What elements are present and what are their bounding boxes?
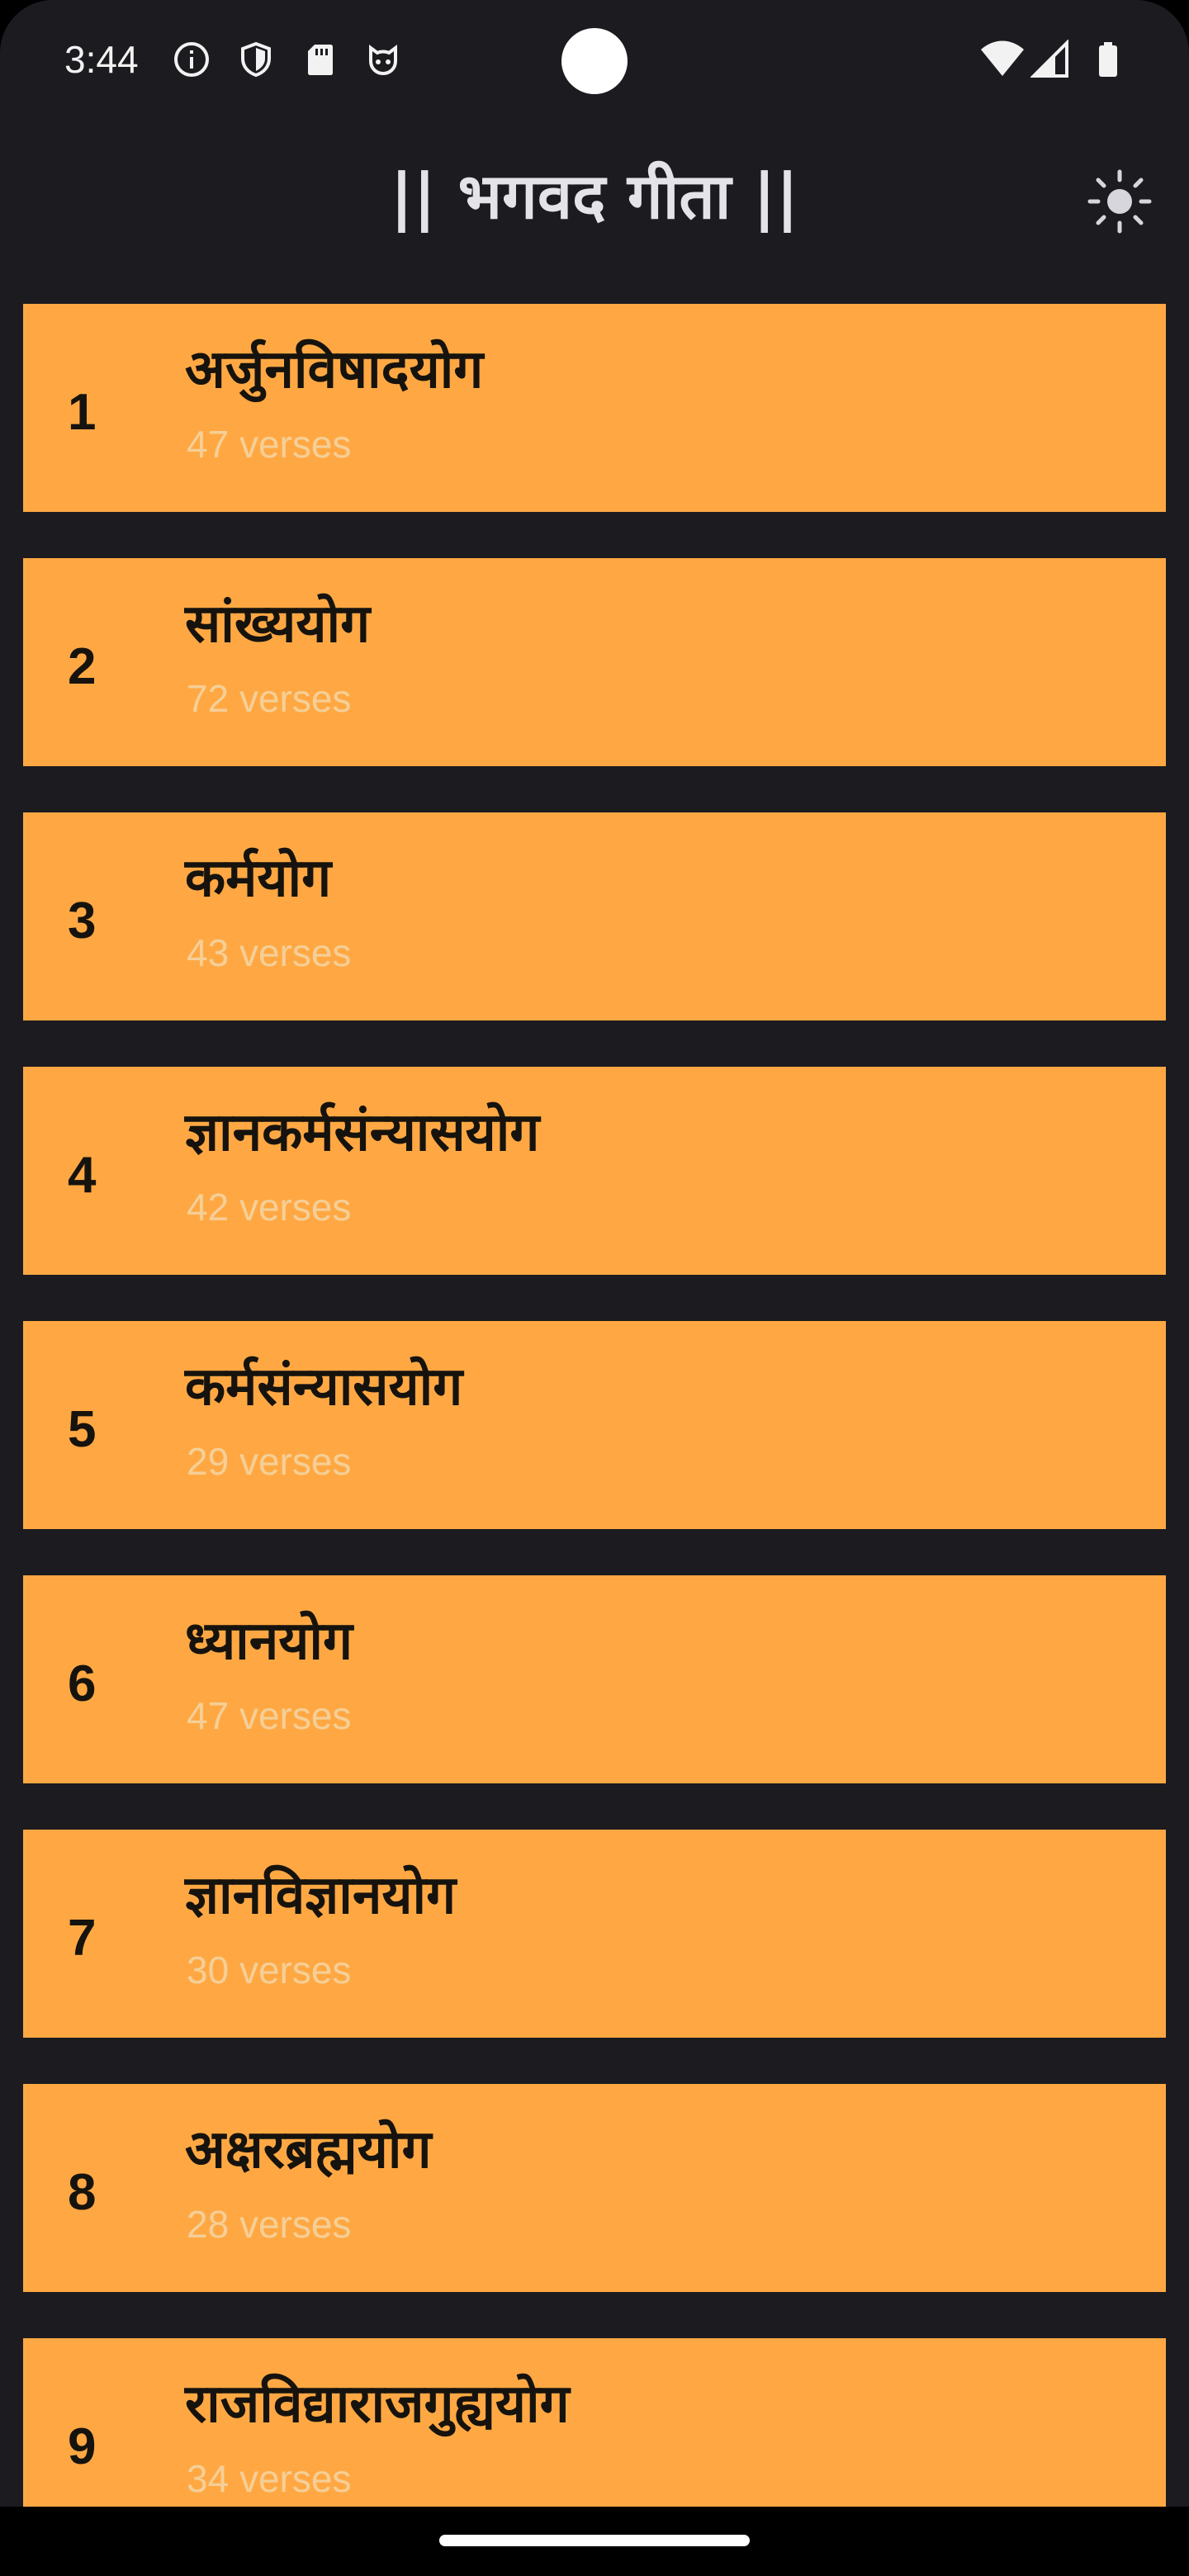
home-gesture-handle[interactable]: [439, 2535, 750, 2546]
chapter-name: राजविद्याराजगुह्ययोग: [185, 2374, 570, 2435]
navigation-bar: [0, 2507, 1189, 2576]
chapter-name: ध्यानयोग: [185, 1611, 353, 1672]
chapter-name: ज्ञानकर्मसंन्यासयोग: [185, 1102, 540, 1163]
chapter-card-5[interactable]: 5 कर्मसंन्यासयोग 29 verses: [23, 1321, 1166, 1529]
chapter-name: अक्षरब्रह्मयोग: [185, 2119, 432, 2181]
chapter-number: 2: [68, 638, 97, 695]
chapter-card-7[interactable]: 7 ज्ञानविज्ञानयोग 30 verses: [23, 1830, 1166, 2038]
chapter-name: सांख्ययोग: [185, 594, 371, 655]
chapter-verse-count: 43 verses: [187, 931, 352, 974]
status-time: 3:44: [64, 38, 139, 81]
chapter-number: 1: [68, 384, 97, 441]
chapter-number: 3: [68, 893, 97, 949]
chapter-card-1[interactable]: 1 अर्जुनविषादयोग 47 verses: [23, 304, 1166, 512]
sd-card-icon: [308, 45, 333, 75]
chapter-verse-count: 72 verses: [187, 677, 352, 720]
chapter-verse-count: 28 verses: [187, 2203, 352, 2246]
chapter-verse-count: 34 verses: [187, 2457, 352, 2500]
chapter-card-3[interactable]: 3 कर्मयोग 43 verses: [23, 812, 1166, 1020]
battery-icon: [1099, 42, 1117, 77]
app-screen: 3:44 || भगवद गीता || 1 अर्जुनविषादयोग 47…: [0, 0, 1189, 2576]
shield-icon: [241, 41, 271, 78]
sun-icon[interactable]: [1082, 163, 1158, 239]
chapter-card-2[interactable]: 2 सांख्ययोग 72 verses: [23, 558, 1166, 766]
chapter-name: अर्जुनविषादयोग: [185, 339, 484, 400]
wifi-icon: [981, 40, 1024, 76]
chapter-number: 9: [68, 2418, 97, 2475]
chapter-verse-count: 30 verses: [187, 1949, 352, 1991]
chapter-verse-count: 42 verses: [187, 1186, 352, 1229]
chapter-card-4[interactable]: 4 ज्ञानकर्मसंन्यासयोग 42 verses: [23, 1067, 1166, 1275]
chapter-verse-count: 29 verses: [187, 1440, 352, 1483]
chapter-number: 8: [68, 2164, 97, 2221]
chapter-number: 7: [68, 1910, 97, 1967]
chapter-verse-count: 47 verses: [187, 1694, 352, 1737]
cat-face-icon: [369, 45, 397, 76]
info-icon: [174, 42, 209, 77]
chapter-card-8[interactable]: 8 अक्षरब्रह्मयोग 28 verses: [23, 2084, 1166, 2292]
app-header: || भगवद गीता ||: [0, 124, 1189, 297]
chapter-number: 6: [68, 1655, 97, 1712]
chapter-list: 1 अर्जुनविषादयोग 47 verses 2 सांख्ययोग 7…: [23, 304, 1166, 2576]
chapter-name: ज्ञानविज्ञानयोग: [185, 1865, 457, 1926]
page-title: || भगवद गीता ||: [390, 159, 799, 233]
front-camera: [561, 28, 628, 94]
status-bar: 3:44: [0, 0, 1189, 124]
chapter-verse-count: 47 verses: [187, 423, 352, 466]
cellular-signal-icon: [1030, 40, 1068, 78]
chapter-card-6[interactable]: 6 ध्यानयोग 47 verses: [23, 1575, 1166, 1783]
chapter-number: 5: [68, 1401, 97, 1458]
chapter-name: कर्मसंन्यासयोग: [185, 1357, 463, 1418]
chapter-number: 4: [68, 1147, 97, 1204]
chapter-name: कर्मयोग: [185, 848, 332, 909]
